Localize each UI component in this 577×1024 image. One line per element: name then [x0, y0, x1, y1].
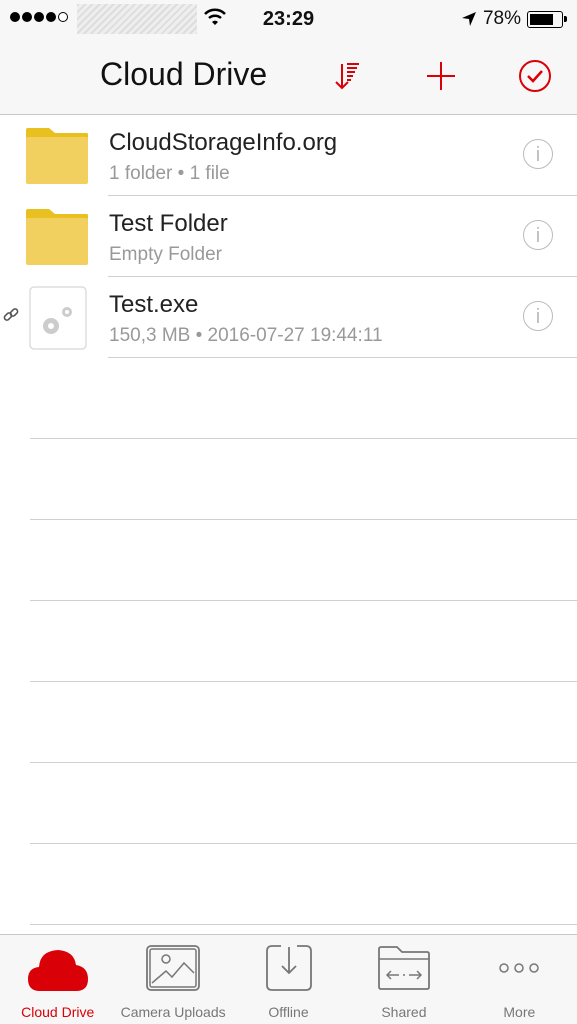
- tab-label: Offline: [268, 1004, 309, 1020]
- tab-offline[interactable]: Offline: [231, 935, 346, 1024]
- more-icon: [499, 963, 540, 973]
- tab-more[interactable]: More: [462, 935, 577, 1024]
- file-name: CloudStorageInfo.org: [109, 129, 338, 156]
- folder-icon: [26, 209, 88, 265]
- download-icon: [265, 945, 312, 991]
- sort-icon: [335, 63, 359, 90]
- shared-folder-icon: [378, 946, 430, 990]
- location-arrow-icon: [461, 12, 476, 26]
- file-detail: 150,3 MB • 2016-07-27 19:44:11: [109, 325, 383, 346]
- tab-label: More: [503, 1004, 536, 1020]
- separator: [30, 924, 577, 925]
- cloud-icon: [27, 950, 88, 991]
- empty-row: [0, 844, 577, 925]
- info-button[interactable]: i: [523, 301, 553, 331]
- navigation-bar: Cloud Drive: [0, 38, 577, 115]
- tab-label: Shared: [381, 1004, 427, 1020]
- select-button[interactable]: [517, 58, 553, 94]
- sort-button[interactable]: [330, 58, 366, 94]
- executable-file-icon: [29, 286, 87, 350]
- info-button[interactable]: i: [523, 220, 553, 250]
- list-item[interactable]: Test Folder Empty Folder i: [0, 196, 577, 277]
- file-name: Test Folder: [109, 210, 228, 237]
- list-item[interactable]: Test.exe 150,3 MB • 2016-07-27 19:44:11 …: [0, 277, 577, 358]
- status-bar: 23:29 78%: [0, 0, 577, 38]
- empty-row: [0, 601, 577, 682]
- empty-row: [0, 358, 577, 439]
- empty-row: [0, 439, 577, 520]
- image-icon: [146, 945, 201, 991]
- battery-percent: 78%: [482, 8, 521, 29]
- tab-shared[interactable]: Shared: [346, 935, 461, 1024]
- tab-bar: Cloud Drive Camera Uploads Offline Share…: [0, 934, 577, 1024]
- folder-icon: [26, 128, 88, 184]
- link-icon: [3, 308, 19, 321]
- tab-camera-uploads[interactable]: Camera Uploads: [115, 935, 230, 1024]
- file-list: CloudStorageInfo.org 1 folder • 1 file i…: [0, 115, 577, 925]
- plus-icon: [427, 62, 455, 90]
- empty-row: [0, 763, 577, 844]
- tab-cloud-drive[interactable]: Cloud Drive: [0, 935, 115, 1024]
- list-item[interactable]: CloudStorageInfo.org 1 folder • 1 file i: [0, 115, 577, 196]
- empty-row: [0, 520, 577, 601]
- file-name: Test.exe: [109, 291, 199, 318]
- page-title: Cloud Drive: [100, 56, 268, 92]
- info-button[interactable]: i: [523, 139, 553, 169]
- add-button[interactable]: [423, 58, 459, 94]
- empty-row: [0, 682, 577, 763]
- file-detail: 1 folder • 1 file: [109, 163, 230, 184]
- tab-label: Cloud Drive: [21, 1004, 95, 1020]
- file-detail: Empty Folder: [109, 244, 222, 265]
- tab-label: Camera Uploads: [120, 1004, 226, 1020]
- battery-icon: [527, 10, 567, 28]
- checkmark-circle-icon: [519, 60, 551, 92]
